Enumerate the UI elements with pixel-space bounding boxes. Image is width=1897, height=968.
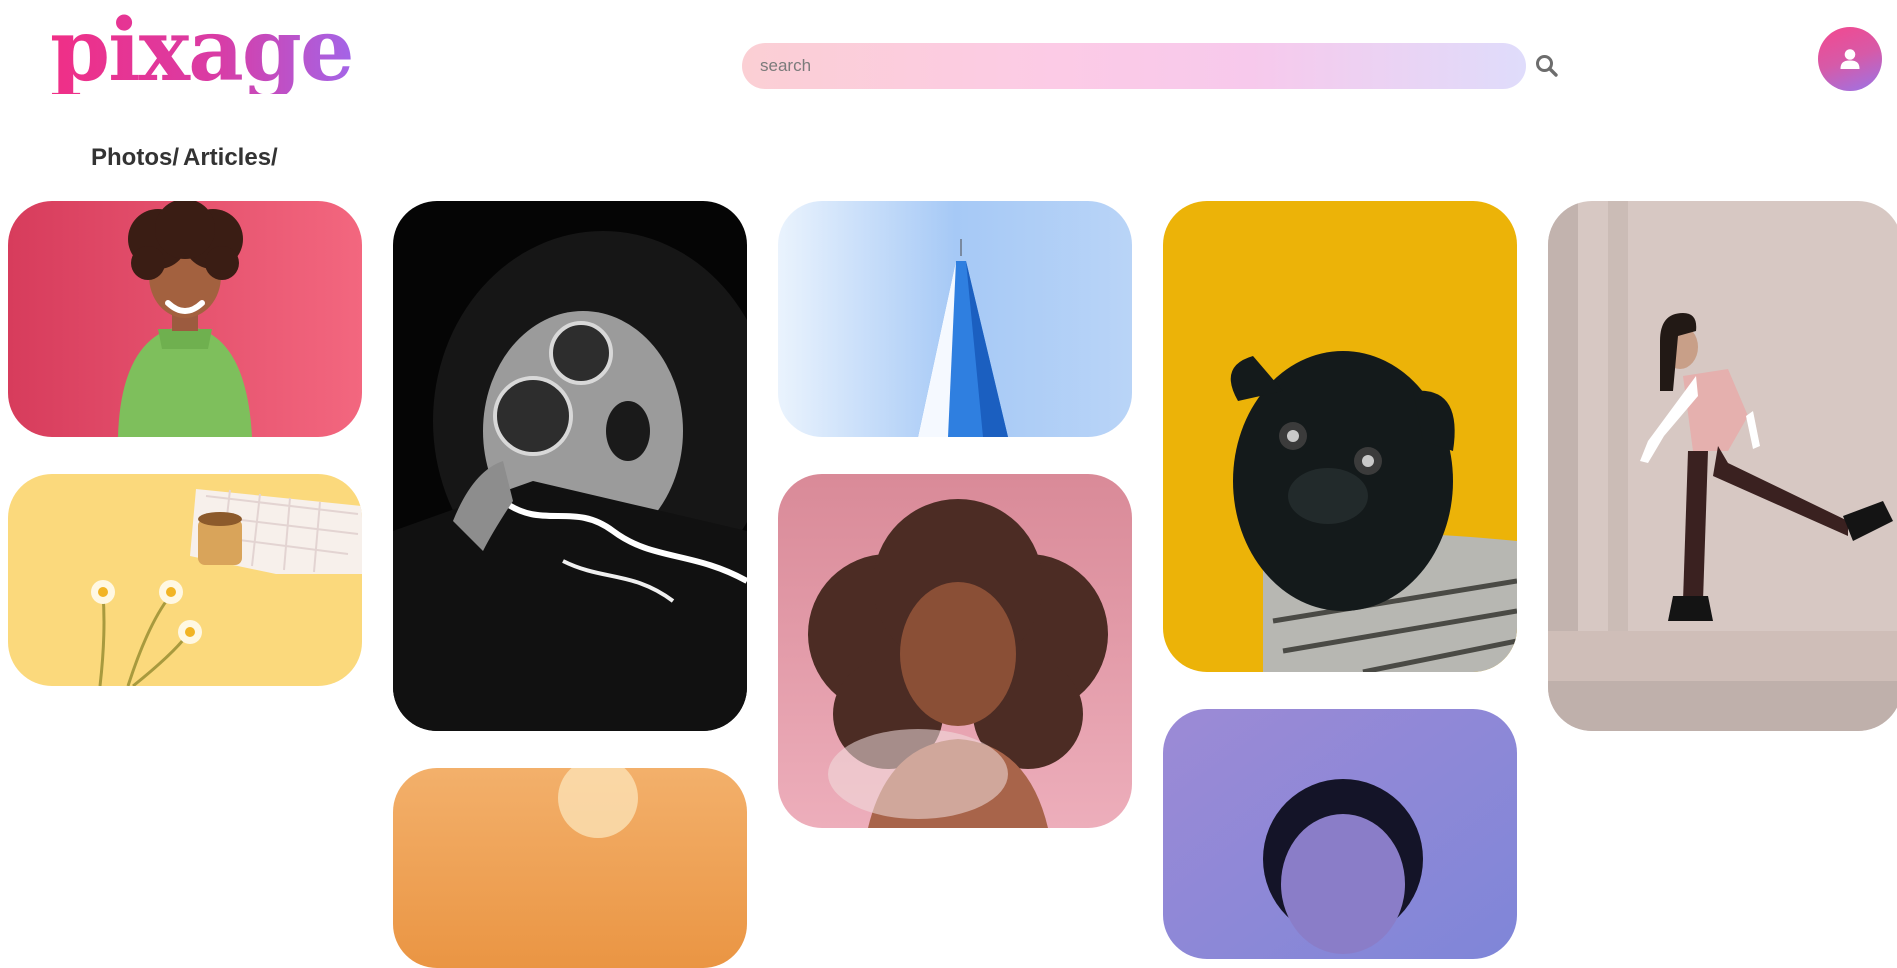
photo-smiling-woman-green-sweater[interactable] — [8, 201, 362, 437]
photo-pug-knit-scarf-yellow[interactable] — [1163, 201, 1517, 672]
photo-woman-curly-hair-pink[interactable] — [778, 474, 1132, 828]
photo-woman-walking-kick-street[interactable] — [1548, 201, 1897, 731]
nav-link-articles[interactable]: Articles — [183, 144, 271, 171]
user-avatar-button[interactable] — [1818, 27, 1882, 91]
photo-coffee-cup-daisies-yellow[interactable] — [8, 474, 362, 686]
search-input[interactable] — [742, 43, 1526, 89]
nav-separator: / — [271, 144, 278, 171]
pixage-logo[interactable]: pixage — [50, 8, 355, 94]
category-nav: Photos/Articles/ — [91, 144, 278, 172]
nav-link-photos[interactable]: Photos — [91, 144, 172, 171]
photo-woman-purple-backdrop[interactable] — [1163, 709, 1517, 959]
photo-skyscraper-blue-sky[interactable] — [778, 201, 1132, 437]
photo-orange-sunset-landscape[interactable] — [393, 768, 747, 968]
nav-separator: / — [172, 144, 179, 171]
user-icon — [1840, 49, 1860, 69]
search-bar — [742, 43, 1558, 89]
top-bar: pixage — [0, 0, 1897, 130]
photo-woman-sunglasses-black-white[interactable] — [393, 201, 747, 731]
search-icon[interactable] — [1532, 51, 1562, 81]
